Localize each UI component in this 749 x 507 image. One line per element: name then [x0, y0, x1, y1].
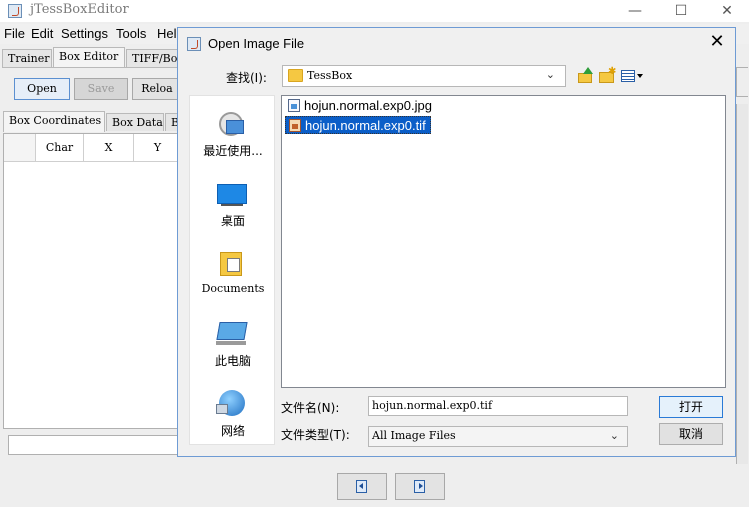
tab-box-coordinates[interactable]: Box Coordinates	[3, 111, 105, 132]
maximize-icon[interactable]: ☐	[658, 0, 704, 22]
look-in-value: TessBox	[307, 69, 353, 82]
tab-box-data[interactable]: Box Data	[106, 113, 164, 131]
close-icon[interactable]: ✕	[704, 0, 749, 22]
open-file-button[interactable]: 打开	[659, 396, 723, 418]
arrow-left-icon	[356, 480, 367, 493]
box-coordinates-table[interactable]	[3, 133, 183, 429]
menu-help[interactable]: Hel	[157, 26, 177, 41]
place-network[interactable]: 网络	[190, 386, 276, 442]
image-panel-edge	[736, 104, 748, 464]
next-page-button[interactable]	[395, 473, 445, 500]
place-label-documents: Documents	[201, 282, 265, 295]
look-in-combo[interactable]: TessBox ⌄	[282, 65, 566, 87]
place-label-this-pc: 此电脑	[214, 354, 251, 368]
filename-input[interactable]: hojun.normal.exp0.tif	[368, 396, 628, 416]
up-one-level-icon[interactable]	[576, 67, 594, 85]
app-icon	[8, 4, 22, 18]
menu-settings[interactable]: Settings	[61, 26, 108, 41]
open-image-file-dialog: Open Image File ✕ 查找(I): TessBox ⌄ ✱ 最近使…	[177, 27, 736, 457]
image-file-icon	[288, 99, 300, 112]
dialog-close-icon[interactable]: ✕	[707, 32, 727, 52]
cancel-button[interactable]: 取消	[659, 423, 723, 445]
folder-icon	[288, 69, 303, 82]
minimize-icon[interactable]: —	[612, 0, 658, 22]
header-divider	[4, 161, 182, 162]
menu-tools[interactable]: Tools	[116, 26, 146, 41]
main-title: jTessBoxEditor	[30, 2, 129, 17]
right-panel-edge	[736, 67, 748, 97]
place-desktop[interactable]: 桌面	[190, 176, 276, 232]
place-this-pc[interactable]: 此电脑	[190, 316, 276, 372]
chevron-down-icon: ⌄	[545, 68, 555, 81]
place-recent[interactable]: 最近使用...	[190, 106, 276, 162]
menu-file[interactable]: File	[4, 26, 25, 41]
file-list[interactable]: hojun.normal.exp0.jpg hojun.normal.exp0.…	[281, 95, 726, 388]
new-folder-icon[interactable]: ✱	[598, 66, 616, 85]
column-header-y[interactable]: Y	[134, 134, 182, 161]
place-label-desktop: 桌面	[220, 214, 245, 228]
file-name-tif: hojun.normal.exp0.tif	[305, 118, 426, 133]
file-name-jpg: hojun.normal.exp0.jpg	[304, 98, 432, 113]
row-header-corner	[4, 134, 36, 161]
place-label-recent: 最近使用...	[203, 144, 263, 158]
tab-box-editor[interactable]: Box Editor	[53, 47, 125, 67]
desktop-icon	[217, 184, 247, 204]
column-header-x[interactable]: X	[84, 134, 134, 161]
status-field[interactable]	[8, 435, 180, 455]
filetype-label: 文件类型(T):	[281, 428, 350, 442]
main-titlebar: jTessBoxEditor — ☐ ✕	[0, 0, 749, 22]
view-menu-icon[interactable]	[620, 67, 644, 85]
filetype-chevron-down-icon: ⌄	[609, 429, 619, 442]
save-button[interactable]: Save	[74, 78, 128, 100]
filetype-value: All Image Files	[372, 429, 456, 442]
arrow-right-icon	[414, 480, 425, 493]
place-documents[interactable]: Documents	[190, 246, 276, 302]
open-button[interactable]: Open	[14, 78, 70, 100]
filename-label: 文件名(N):	[281, 401, 340, 415]
file-item-jpg[interactable]: hojun.normal.exp0.jpg	[285, 97, 436, 115]
look-in-label: 查找(I):	[226, 71, 267, 85]
filetype-select[interactable]: All Image Files ⌄	[368, 426, 628, 447]
file-item-tif[interactable]: hojun.normal.exp0.tif	[285, 116, 431, 134]
places-bar: 最近使用... 桌面 Documents 此电脑 网络	[189, 95, 275, 445]
tab-trainer[interactable]: Trainer	[2, 49, 52, 67]
place-label-network: 网络	[220, 424, 245, 438]
prev-page-button[interactable]	[337, 473, 387, 500]
computer-icon	[216, 322, 248, 340]
column-header-char[interactable]: Char	[36, 134, 84, 161]
dialog-title: Open Image File	[208, 36, 305, 51]
menu-edit[interactable]: Edit	[31, 26, 53, 41]
dialog-app-icon	[187, 37, 201, 51]
reload-button[interactable]: Reloa	[132, 78, 182, 100]
tif-file-icon	[289, 119, 301, 132]
